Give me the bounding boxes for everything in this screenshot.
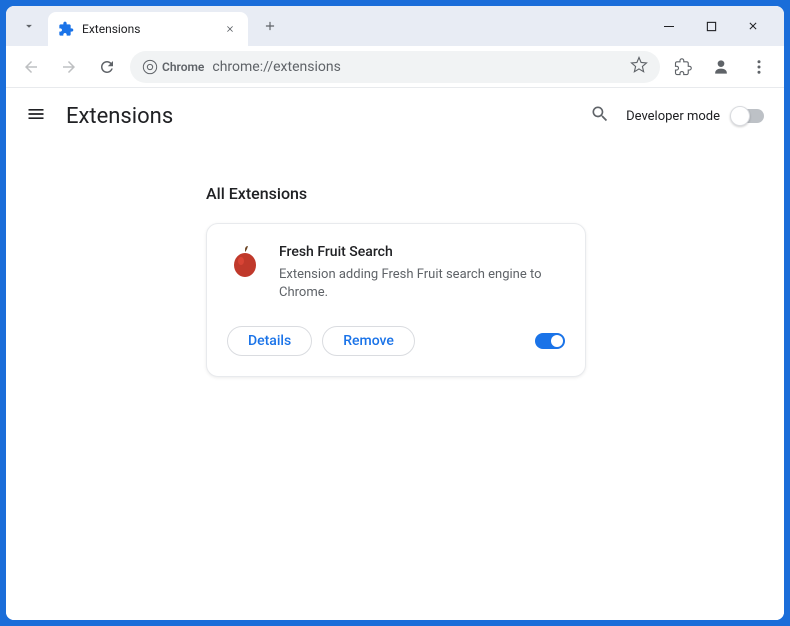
chrome-badge: Chrome [142, 59, 204, 75]
window-controls [654, 11, 776, 41]
remove-button[interactable]: Remove [322, 326, 415, 356]
puzzle-icon [674, 58, 692, 76]
toolbar: Chrome chrome://extensions [6, 46, 784, 88]
reload-button[interactable] [92, 52, 122, 82]
tab-close-button[interactable] [222, 21, 238, 37]
close-icon [225, 24, 235, 34]
profile-button[interactable] [706, 52, 736, 82]
star-icon [630, 56, 648, 74]
extension-icon [227, 244, 263, 280]
minimize-button[interactable] [654, 11, 684, 41]
puzzle-icon [58, 21, 74, 37]
developer-mode-label: Developer mode [626, 109, 720, 124]
chrome-icon [142, 59, 158, 75]
menu-button[interactable] [744, 52, 774, 82]
extension-name: Fresh Fruit Search [279, 244, 565, 260]
tab-search-dropdown[interactable] [14, 11, 44, 41]
close-window-button[interactable] [738, 11, 768, 41]
extension-card: Fresh Fruit Search Extension adding Fres… [206, 223, 586, 377]
bookmark-button[interactable] [630, 56, 648, 78]
arrow-right-icon [60, 58, 78, 76]
minimize-icon [663, 20, 675, 32]
arrow-left-icon [22, 58, 40, 76]
maximize-button[interactable] [696, 11, 726, 41]
details-button[interactable]: Details [227, 326, 312, 356]
chrome-label: Chrome [162, 60, 204, 74]
reload-icon [98, 58, 116, 76]
section-title: All Extensions [206, 184, 744, 203]
new-tab-button[interactable] [256, 12, 284, 40]
close-icon [747, 20, 759, 32]
menu-icon [26, 104, 46, 124]
address-bar[interactable]: Chrome chrome://extensions [130, 51, 660, 83]
apple-icon [227, 244, 263, 280]
maximize-icon [706, 21, 717, 32]
browser-tab[interactable]: Extensions [48, 12, 248, 46]
extensions-button[interactable] [668, 52, 698, 82]
chevron-down-icon [22, 19, 36, 33]
forward-button[interactable] [54, 52, 84, 82]
tab-title: Extensions [82, 22, 214, 36]
developer-mode-toggle[interactable] [732, 109, 764, 123]
hamburger-menu[interactable] [26, 104, 50, 128]
page-header: Extensions Developer mode [6, 88, 784, 144]
avatar-icon [711, 57, 731, 77]
back-button[interactable] [16, 52, 46, 82]
developer-mode: Developer mode [626, 109, 764, 124]
watermark-text: risk.com [258, 460, 532, 545]
plus-icon [263, 19, 277, 33]
dots-vertical-icon [750, 58, 768, 76]
search-button[interactable] [590, 104, 610, 128]
titlebar: Extensions [6, 6, 784, 46]
content-area: risk.com All Extensions Fresh Fruit Sear… [6, 144, 784, 620]
extension-description: Extension adding Fresh Fruit search engi… [279, 266, 565, 302]
extension-toggle[interactable] [535, 333, 565, 349]
browser-window: Extensions [6, 6, 784, 620]
page-title: Extensions [66, 104, 574, 129]
url-text: chrome://extensions [212, 59, 622, 75]
search-icon [590, 104, 610, 124]
